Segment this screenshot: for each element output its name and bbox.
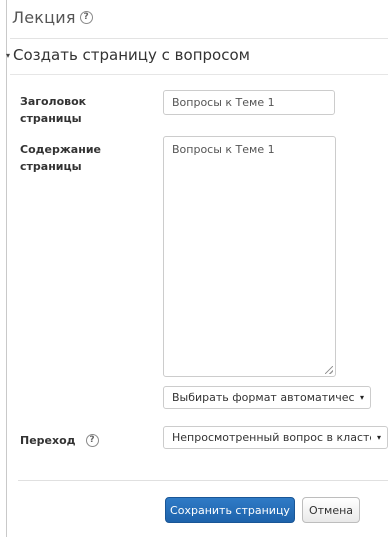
page-header: Лекция ?	[12, 4, 93, 30]
jump-label: Переход	[20, 434, 76, 447]
jump-select-value: Непросмотренный вопрос в кластере	[172, 431, 371, 444]
jump-help-icon[interactable]: ?	[85, 434, 99, 447]
collapse-icon[interactable]: ▾	[6, 51, 10, 60]
page-title-input[interactable]	[163, 90, 335, 115]
jump-select[interactable]: Непросмотренный вопрос в кластере ▾	[163, 426, 388, 449]
jump-label-row: Переход ?	[20, 432, 140, 449]
window-left-edge	[0, 0, 7, 537]
page-title-label: Заголовок страницы	[20, 95, 87, 125]
format-select[interactable]: Выбирать формат автоматически ▾	[163, 386, 371, 409]
page-title: Лекция	[12, 7, 76, 27]
chevron-down-icon: ▾	[359, 393, 364, 402]
form-footer-divider	[18, 480, 388, 481]
cancel-button[interactable]: Отмена	[302, 497, 360, 523]
header-divider	[10, 38, 388, 39]
chevron-down-icon: ▾	[376, 433, 381, 442]
help-icon[interactable]: ?	[79, 10, 93, 24]
resize-handle-icon[interactable]	[325, 366, 333, 374]
section-divider	[10, 74, 388, 75]
section-header[interactable]: ▾ Создать страницу с вопросом	[6, 46, 250, 64]
section-title[interactable]: Создать страницу с вопросом	[13, 46, 250, 64]
content-textarea[interactable]: Вопросы к Теме 1	[163, 136, 336, 377]
content-label: Содержание страницы	[20, 143, 101, 173]
format-select-value: Выбирать формат автоматически	[172, 391, 354, 404]
save-page-button[interactable]: Сохранить страницу	[165, 497, 295, 523]
